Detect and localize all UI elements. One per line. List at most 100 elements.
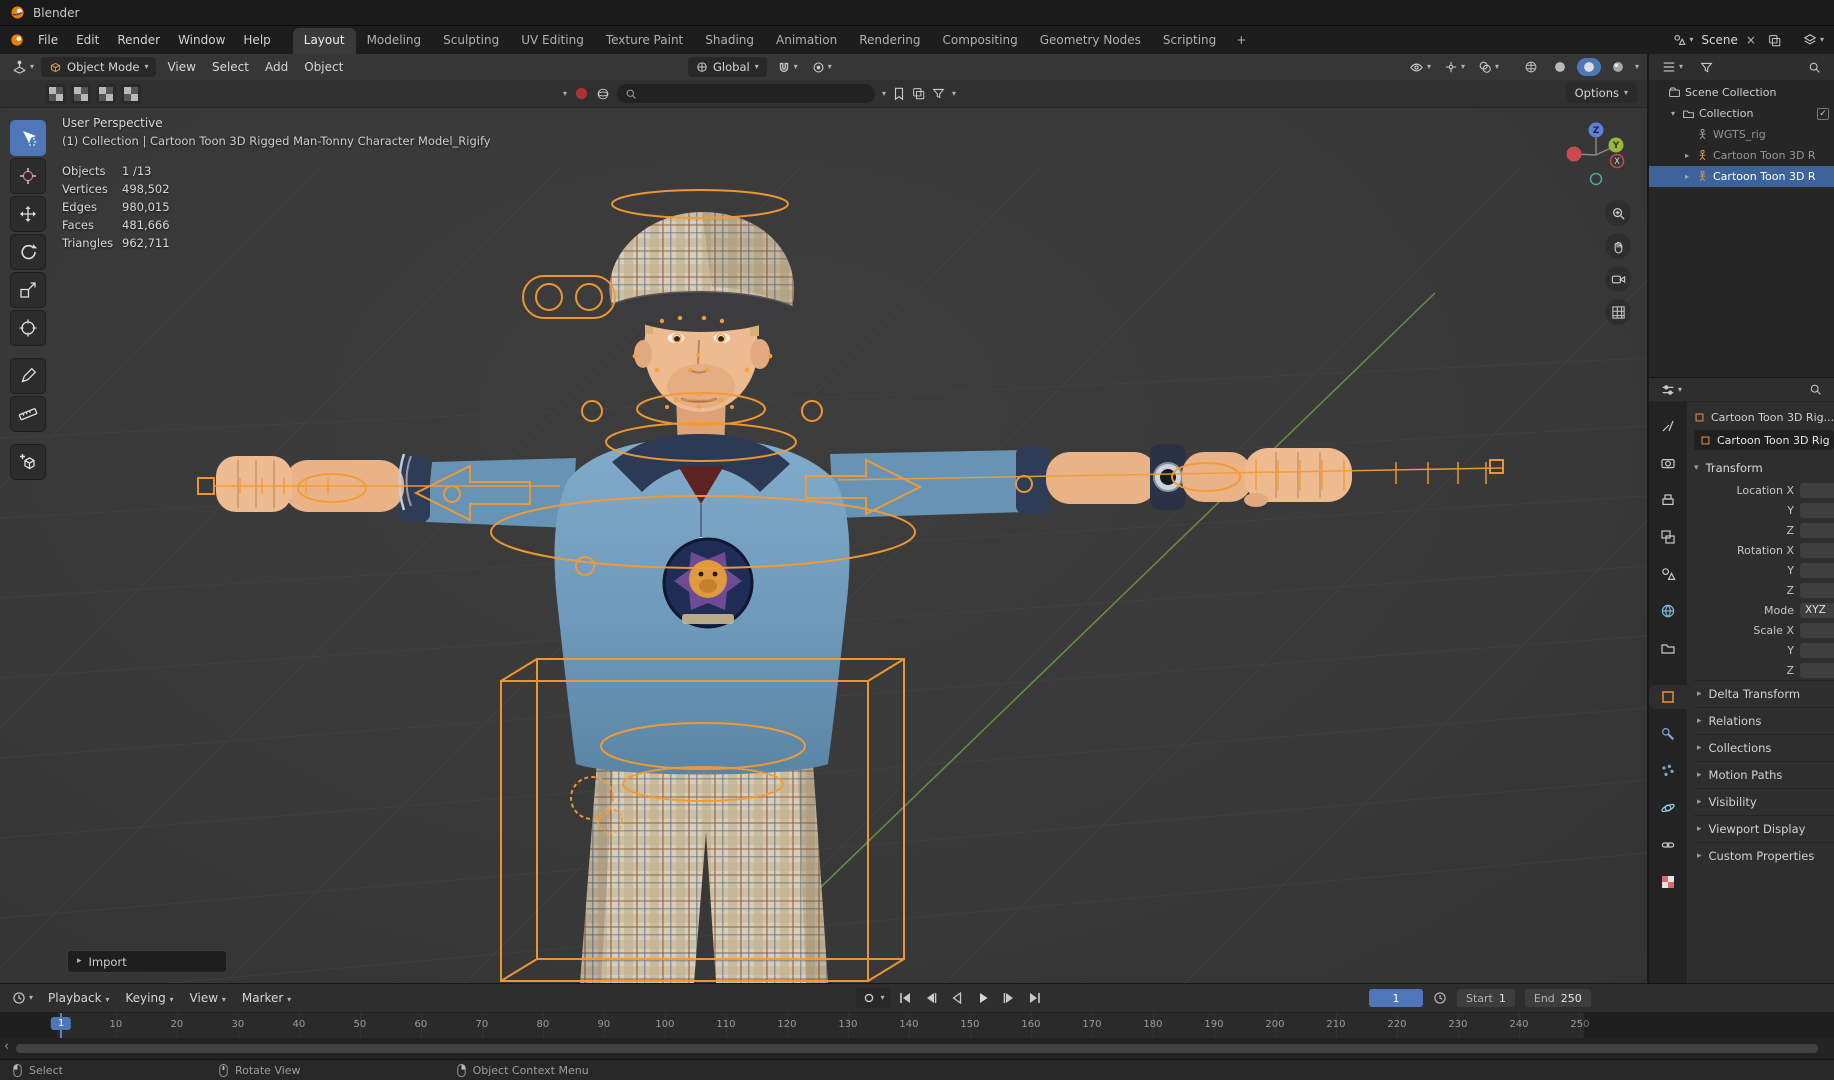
- tool-cursor[interactable]: [10, 158, 46, 194]
- navigation-gizmo[interactable]: Z Y X: [1559, 118, 1633, 195]
- panel-delta-transform[interactable]: ▸ Delta Transform: [1694, 680, 1834, 707]
- import-operator-panel[interactable]: ▸ Import: [67, 950, 227, 973]
- properties-tab-tool[interactable]: [1649, 414, 1687, 438]
- zoom-button[interactable]: [1605, 200, 1631, 226]
- workspace-tab-rendering[interactable]: Rendering: [848, 28, 931, 54]
- workspace-tab-texture-paint[interactable]: Texture Paint: [595, 28, 694, 54]
- tool-scale[interactable]: [10, 272, 46, 308]
- bookmark-icon[interactable]: [893, 87, 905, 101]
- tool-measure[interactable]: [10, 396, 46, 432]
- search-input[interactable]: [643, 87, 868, 100]
- outliner-item-scene-collection[interactable]: Scene Collection: [1649, 82, 1834, 103]
- camera-view-button[interactable]: [1605, 266, 1631, 292]
- current-frame-field[interactable]: 1: [1369, 989, 1423, 1007]
- timeline-menu-keying[interactable]: Keying ▾: [117, 988, 181, 1008]
- record-button[interactable]: ▾: [856, 988, 890, 1008]
- properties-tab-modifiers[interactable]: [1649, 722, 1687, 746]
- properties-tab-texture[interactable]: [1649, 870, 1687, 894]
- scene-browse-button[interactable]: ▾: [1668, 31, 1697, 49]
- value-field[interactable]: [1800, 582, 1834, 598]
- outliner-filter-button[interactable]: [1696, 59, 1717, 76]
- view-layer-button[interactable]: ▾: [1799, 31, 1828, 49]
- expand-caret[interactable]: ▸: [1682, 172, 1692, 181]
- value-field[interactable]: [1800, 642, 1834, 658]
- copy-icon[interactable]: [912, 87, 925, 100]
- tool-rotate[interactable]: [10, 234, 46, 270]
- visibility-dropdown[interactable]: ▾: [1405, 58, 1435, 77]
- jump-to-end-button[interactable]: [1023, 988, 1046, 1008]
- value-field[interactable]: [1800, 562, 1834, 578]
- options-button[interactable]: Options ▾: [1565, 83, 1637, 103]
- viewport-menu-select[interactable]: Select: [204, 57, 257, 77]
- properties-tab-object[interactable]: [1649, 685, 1687, 709]
- timeline-scrollbar[interactable]: ‹: [0, 1038, 1834, 1059]
- object-name-field[interactable]: Cartoon Toon 3D Rig: [1694, 430, 1834, 450]
- workspace-tab-layout[interactable]: Layout: [292, 28, 356, 54]
- timeline-menu-view[interactable]: View ▾: [182, 988, 234, 1008]
- frame-end-field[interactable]: End 250: [1524, 989, 1591, 1007]
- next-keyframe-button[interactable]: [997, 988, 1020, 1008]
- display-toggle-button-3[interactable]: [96, 84, 116, 104]
- transform-panel-header[interactable]: ▾ Transform: [1694, 456, 1834, 480]
- timeline-editor-selector[interactable]: ▾: [8, 989, 37, 1007]
- timeline-menu-marker[interactable]: Marker ▾: [234, 988, 299, 1008]
- shading-wireframe-button[interactable]: [1519, 58, 1543, 76]
- shading-solid-button[interactable]: [1548, 58, 1572, 76]
- frame-start-field[interactable]: Start 1: [1457, 989, 1515, 1007]
- menu-render[interactable]: Render: [108, 29, 169, 51]
- proportional-edit-button[interactable]: ▾: [808, 59, 836, 76]
- outliner-item-cartoon-toon-3d-r[interactable]: ▸ Cartoon Toon 3D R: [1649, 166, 1834, 187]
- display-toggle-button-1[interactable]: [46, 84, 66, 104]
- menu-file[interactable]: File: [29, 29, 67, 51]
- snap-toggle-button[interactable]: ▾: [773, 58, 802, 76]
- tool-select-box[interactable]: [10, 120, 46, 156]
- menu-window[interactable]: Window: [169, 29, 234, 51]
- orientation-dropdown[interactable]: Global ▾: [688, 57, 767, 77]
- outliner-search-button[interactable]: [1804, 59, 1825, 76]
- sphere-icon[interactable]: [596, 87, 610, 101]
- menu-help[interactable]: Help: [234, 29, 279, 51]
- display-toggle-button-2[interactable]: [71, 84, 91, 104]
- viewport-menu-add[interactable]: Add: [257, 57, 296, 77]
- 3d-viewport[interactable]: User Perspective (1) Collection | Cartoo…: [0, 108, 1647, 983]
- panel-collections[interactable]: ▸ Collections: [1694, 734, 1834, 761]
- mode-selector-dropdown[interactable]: Object Mode ▾: [41, 57, 157, 77]
- properties-tab-collection[interactable]: [1649, 636, 1687, 660]
- properties-tab-constraints[interactable]: [1649, 833, 1687, 857]
- workspace-tab-uv-editing[interactable]: UV Editing: [510, 28, 595, 54]
- outliner-item-collection[interactable]: ▾ Collection ✓: [1649, 103, 1834, 124]
- scene-name[interactable]: Scene: [1701, 33, 1738, 47]
- properties-tab-render[interactable]: [1649, 451, 1687, 475]
- scrollbar-thumb[interactable]: [16, 1044, 1818, 1053]
- panel-viewport-display[interactable]: ▸ Viewport Display: [1694, 815, 1834, 842]
- tool-move[interactable]: [10, 196, 46, 232]
- tool-add-cube[interactable]: [10, 444, 46, 480]
- properties-tab-output[interactable]: [1649, 488, 1687, 512]
- panel-motion-paths[interactable]: ▸ Motion Paths: [1694, 761, 1834, 788]
- value-field[interactable]: [1800, 482, 1834, 498]
- tool-transform[interactable]: [10, 310, 46, 346]
- value-field[interactable]: XYZ: [1800, 602, 1834, 618]
- previous-keyframe-button[interactable]: [919, 988, 942, 1008]
- gizmos-dropdown[interactable]: ▾: [1440, 58, 1469, 76]
- panel-visibility[interactable]: ▸ Visibility: [1694, 788, 1834, 815]
- expand-caret[interactable]: ▸: [1682, 151, 1692, 160]
- workspace-tab-geometry-nodes[interactable]: Geometry Nodes: [1029, 28, 1152, 54]
- menu-edit[interactable]: Edit: [67, 29, 108, 51]
- properties-tab-scene[interactable]: [1649, 562, 1687, 586]
- viewport-search-box[interactable]: [617, 84, 876, 103]
- value-field[interactable]: [1800, 622, 1834, 638]
- value-field[interactable]: [1800, 522, 1834, 538]
- editor-type-selector[interactable]: ▾: [8, 58, 38, 77]
- properties-tab-particles[interactable]: [1649, 759, 1687, 783]
- properties-search-button[interactable]: [1805, 381, 1826, 398]
- jump-to-start-button[interactable]: [893, 988, 916, 1008]
- tool-annotate[interactable]: [10, 358, 46, 394]
- workspace-tab-scripting[interactable]: Scripting: [1152, 28, 1227, 54]
- properties-tab-world[interactable]: [1649, 599, 1687, 623]
- pan-button[interactable]: [1605, 233, 1631, 259]
- value-field[interactable]: [1800, 502, 1834, 518]
- scroll-left-arrow[interactable]: ‹: [4, 1039, 9, 1054]
- shading-rendered-button[interactable]: [1606, 58, 1630, 76]
- add-workspace-button[interactable]: +: [1228, 29, 1254, 51]
